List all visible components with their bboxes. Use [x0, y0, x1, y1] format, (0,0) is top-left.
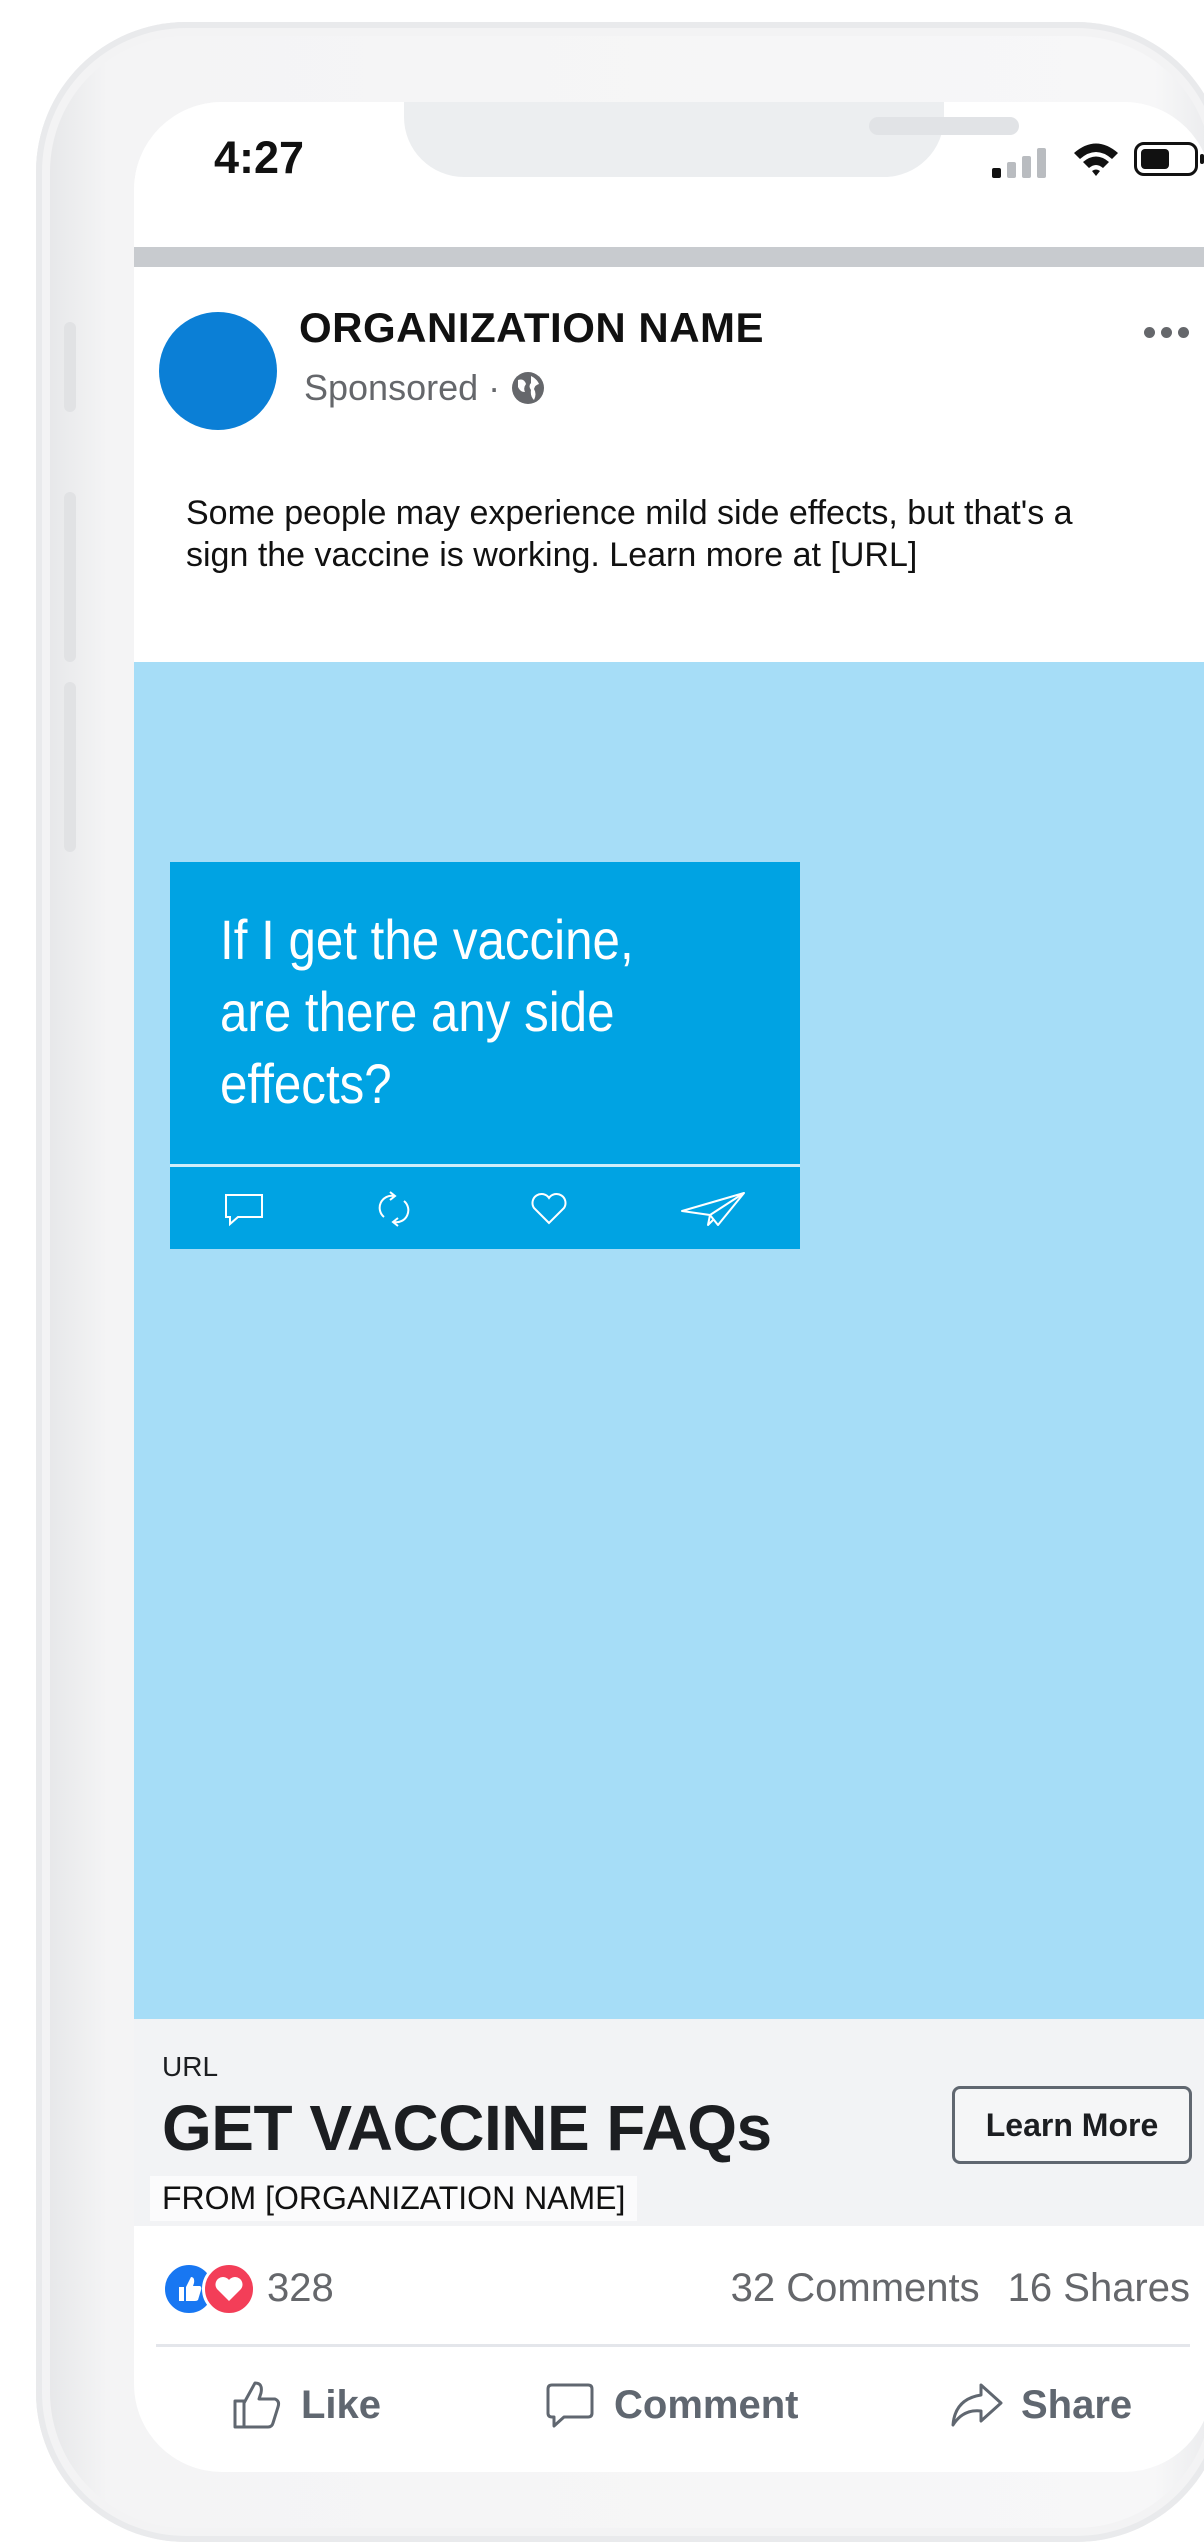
status-bar: 4:27: [134, 102, 1204, 252]
more-options-icon[interactable]: [1144, 327, 1189, 338]
share-label: Share: [1021, 2382, 1133, 2427]
status-time: 4:27: [214, 132, 305, 183]
reaction-icons[interactable]: [162, 2262, 258, 2316]
phone-screen: 4:27 ORGANIZATION NAME Sponsored · Some …: [134, 102, 1204, 2472]
action-bar: Like Comment Share: [134, 2347, 1204, 2467]
card-question: If I get the vaccine, are there any side…: [220, 908, 634, 1115]
wifi-icon: [1074, 143, 1118, 176]
comment-label: Comment: [614, 2382, 799, 2427]
mute-switch: [64, 322, 76, 412]
avatar[interactable]: [159, 312, 277, 430]
card-icon-row: [170, 1167, 800, 1249]
battery-icon: [1134, 142, 1204, 176]
feed-divider: [134, 247, 1204, 267]
signal-icon: [992, 148, 1056, 178]
comments-count[interactable]: 32 Comments: [731, 2266, 980, 2311]
learn-more-button[interactable]: Learn More: [952, 2086, 1192, 2164]
comment-button[interactable]: Comment: [542, 2377, 798, 2433]
post-text: Some people may experience mild side eff…: [186, 494, 1073, 574]
link-preview[interactable]: URL GET VACCINE FAQs FROM [ORGANIZATION …: [134, 2019, 1204, 2226]
link-headline[interactable]: GET VACCINE FAQs: [162, 2091, 772, 2165]
separator-dot: ·: [488, 367, 501, 408]
notch: [404, 102, 1019, 177]
post-image[interactable]: If I get the vaccine, are there any side…: [134, 662, 1204, 2019]
phone-frame: 4:27 ORGANIZATION NAME Sponsored · Some …: [36, 22, 1204, 2542]
retweet-icon: [378, 1191, 410, 1227]
heart-icon: [531, 1193, 567, 1225]
organization-name[interactable]: ORGANIZATION NAME: [299, 304, 764, 352]
globe-icon: [512, 372, 545, 404]
like-label: Like: [301, 2382, 382, 2427]
engagement-stats: 32 Comments 16 Shares: [731, 2266, 1190, 2311]
sponsored-text: Sponsored: [304, 367, 479, 408]
speaker-grille: [869, 117, 1019, 135]
share-button[interactable]: Share: [949, 2377, 1132, 2433]
thumbs-up-icon: [233, 2381, 281, 2429]
link-source: FROM [ORGANIZATION NAME]: [150, 2176, 638, 2221]
tweet-card: If I get the vaccine, are there any side…: [170, 862, 800, 1249]
like-button[interactable]: Like: [229, 2377, 381, 2433]
volume-up-button: [64, 492, 76, 662]
engagement-bar: 328 32 Comments 16 Shares: [134, 2226, 1204, 2344]
paper-plane-icon: [681, 1192, 745, 1226]
share-arrow-icon: [951, 2383, 1003, 2427]
volume-down-button: [64, 682, 76, 852]
comment-icon: [225, 1194, 263, 1227]
reaction-count[interactable]: 328: [267, 2266, 334, 2311]
comment-bubble-icon: [546, 2383, 594, 2428]
link-url: URL: [162, 2051, 219, 2082]
shares-count[interactable]: 16 Shares: [1008, 2266, 1190, 2311]
love-reaction-icon: [202, 2262, 256, 2316]
sponsored-label: Sponsored ·: [304, 367, 546, 409]
